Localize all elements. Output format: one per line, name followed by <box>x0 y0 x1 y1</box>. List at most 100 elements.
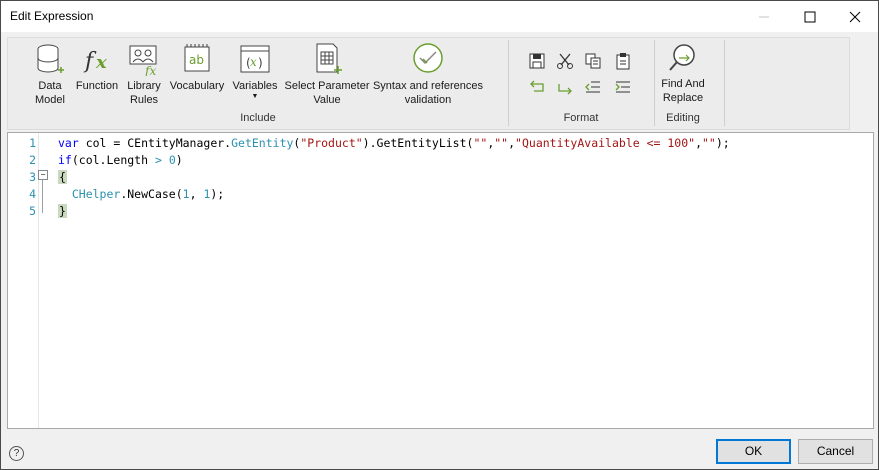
increase-indent-button[interactable] <box>614 78 632 96</box>
library-rules-icon: fx <box>128 42 160 78</box>
syntax-validation-button[interactable]: Syntax and references validation <box>372 42 484 107</box>
code-token: "" <box>702 136 716 150</box>
maximize-icon <box>804 11 816 23</box>
outdent-icon <box>585 81 600 93</box>
vocabulary-button[interactable]: ab Vocabulary <box>168 42 226 93</box>
library-rules-button[interactable]: fx Library Rules <box>124 42 164 107</box>
format-group-label: Format <box>563 112 599 124</box>
paste-button[interactable] <box>614 52 632 70</box>
variables-label: Variables <box>232 80 278 92</box>
save-icon <box>529 53 545 69</box>
line-number: 3 <box>29 170 36 184</box>
maximize-button[interactable] <box>787 1 833 32</box>
svg-text:x: x <box>95 52 107 73</box>
code-token: "Product" <box>300 136 363 150</box>
svg-text:ab: ab <box>189 53 204 67</box>
help-icon[interactable]: ? <box>9 446 24 461</box>
code-token: > <box>154 153 162 167</box>
redo-icon <box>558 84 572 95</box>
code-token: var <box>58 136 86 150</box>
line-number: 4 <box>29 187 36 201</box>
copy-button[interactable] <box>584 52 602 70</box>
line-number: 2 <box>29 153 36 167</box>
dialog-footer: ? OK Cancel <box>1 431 878 469</box>
window-title: Edit Expression <box>10 9 94 23</box>
ribbon-separator <box>724 40 725 126</box>
indent-icon <box>615 81 630 93</box>
syntax-validation-label: Syntax and references validation <box>372 80 484 106</box>
cancel-button[interactable]: Cancel <box>798 439 873 464</box>
function-button[interactable]: fx Function <box>74 42 120 93</box>
code-token: , <box>508 136 516 150</box>
decrease-indent-button[interactable] <box>584 78 602 96</box>
ribbon-toolbar: Data Model fx Function fx Library Rules … <box>7 37 850 130</box>
code-token: CHelper <box>71 187 121 201</box>
include-group-label: Include <box>240 112 276 124</box>
cut-button[interactable] <box>556 52 574 70</box>
undo-icon <box>530 80 544 92</box>
code-token: "" <box>494 136 509 150</box>
minimize-button[interactable] <box>741 1 787 32</box>
code-token: GetEntity <box>231 136 294 150</box>
code-token: if <box>58 153 72 167</box>
vocabulary-label: Vocabulary <box>169 80 225 92</box>
code-line: if(col.Length > 0) <box>58 153 183 167</box>
variables-dropdown-button[interactable]: (x) Variables ▼ <box>230 42 280 101</box>
scissors-icon <box>557 53 573 69</box>
data-model-label: Data Model <box>35 80 65 106</box>
undo-button[interactable] <box>528 78 546 96</box>
title-bar: Edit Expression <box>1 1 878 32</box>
paste-clipboard-icon <box>616 53 630 70</box>
code-token: col = CEntityManager. <box>85 136 232 150</box>
select-parameter-value-label: Select Parameter Value <box>284 80 370 106</box>
select-parameter-value-button[interactable]: Select Parameter Value <box>284 42 370 107</box>
save-button[interactable] <box>528 52 546 70</box>
line-number: 1 <box>29 136 36 150</box>
svg-text:): ) <box>258 56 263 70</box>
code-token: } <box>58 204 67 218</box>
code-token: , <box>695 136 702 150</box>
close-button[interactable] <box>832 1 878 32</box>
code-token: , <box>189 187 204 201</box>
edit-expression-dialog: Edit Expression Data Model fx Function f… <box>0 0 879 470</box>
code-token: ); <box>715 136 730 150</box>
code-token: ).GetEntityList( <box>362 136 474 150</box>
copy-icon <box>585 53 601 69</box>
line-number: 5 <box>29 204 36 218</box>
ok-button[interactable]: OK <box>716 439 791 464</box>
function-fx-icon: fx <box>81 42 113 76</box>
select-parameter-grid-icon <box>311 42 343 76</box>
code-token: 1 <box>182 187 190 201</box>
editing-group-label: Editing <box>666 112 700 124</box>
find-replace-magnifier-icon <box>667 42 699 76</box>
data-model-button[interactable]: Data Model <box>30 42 70 107</box>
code-token: 0 <box>168 153 176 167</box>
function-label: Function <box>75 80 119 92</box>
validation-check-icon <box>412 42 444 76</box>
code-token: ) <box>175 153 183 167</box>
fold-collapse-icon[interactable]: − <box>38 170 48 180</box>
code-token: { <box>58 170 67 184</box>
redo-button[interactable] <box>556 78 574 96</box>
find-and-replace-button[interactable]: Find And Replace <box>658 42 708 105</box>
database-icon <box>34 42 66 76</box>
code-token: .NewCase( <box>120 187 183 201</box>
close-icon <box>849 11 861 23</box>
code-editor[interactable]: − 1 2 3 4 5 var col = CEntityManager.GetEntit… <box>7 132 874 429</box>
vocabulary-notebook-icon: ab <box>181 42 213 76</box>
code-line: CHelper.NewCase(1, 1); <box>58 187 224 201</box>
code-token: "QuantityAvailable <= 100" <box>515 136 696 150</box>
svg-text:fx: fx <box>144 64 156 76</box>
variables-icon: (x) <box>239 42 271 76</box>
svg-text:x: x <box>250 55 257 69</box>
library-rules-label: Library Rules <box>127 80 161 106</box>
code-token: ); <box>210 187 225 201</box>
code-line: var col = CEntityManager.GetEntity("Prod… <box>58 136 730 150</box>
code-token: (col.Length <box>71 153 155 167</box>
code-token: "" <box>473 136 488 150</box>
code-line: { <box>58 170 67 184</box>
find-and-replace-label: Find And Replace <box>661 78 705 104</box>
chevron-down-icon: ▼ <box>251 93 259 100</box>
